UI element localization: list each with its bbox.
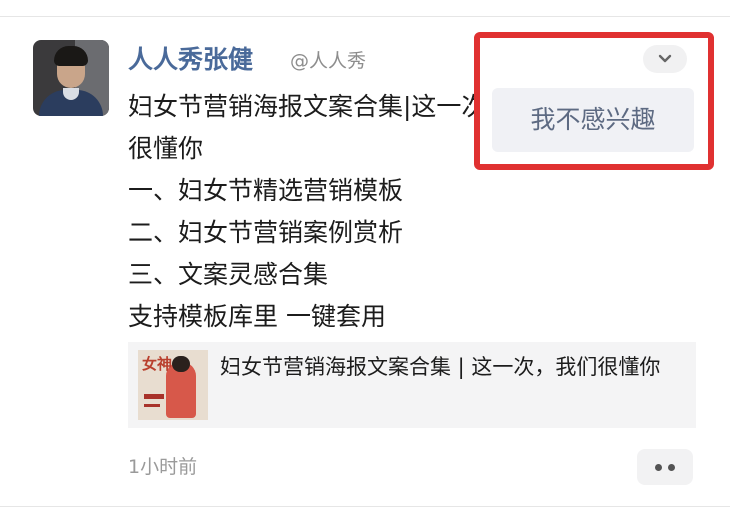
post-text-line: 很懂你 — [128, 134, 204, 163]
post-timestamp: 1小时前 — [128, 456, 198, 478]
not-interested-menu-item[interactable]: 我不感兴趣 — [492, 88, 694, 152]
more-dot-icon — [655, 464, 662, 471]
link-thumbnail: 女神 — [138, 350, 208, 420]
user-handle: @人人秀 — [290, 50, 367, 72]
post-options-button[interactable] — [643, 45, 687, 73]
link-card[interactable]: 女神 妇女节营销海报文案合集 | 这一次，我们很懂你 — [128, 342, 696, 428]
post-text-line: 一、妇女节精选营销模板 — [128, 176, 404, 205]
link-card-title: 妇女节营销海报文案合集 | 这一次，我们很懂你 — [220, 355, 661, 379]
post-text: 妇女节营销海报文案合集|这一次，我们 很懂你 一、妇女节精选营销模板 二、妇女节… — [128, 86, 498, 338]
post-text-line: 三、文案灵感合集 — [128, 260, 329, 289]
user-name[interactable]: 人人秀张健 — [128, 40, 253, 76]
more-options-button[interactable] — [637, 449, 693, 485]
post-text-line: 妇女节营销海报文案合集|这一次，我们 — [128, 92, 498, 121]
bottom-divider — [0, 506, 730, 507]
thumbnail-glyph: 女神 — [142, 355, 173, 373]
post-text-line: 二、妇女节营销案例赏析 — [128, 218, 404, 247]
top-divider — [0, 16, 730, 17]
more-dot-icon — [668, 464, 675, 471]
avatar[interactable] — [33, 40, 109, 116]
post-text-line: 支持模板库里 一键套用 — [128, 302, 386, 331]
chevron-down-icon — [658, 54, 672, 63]
